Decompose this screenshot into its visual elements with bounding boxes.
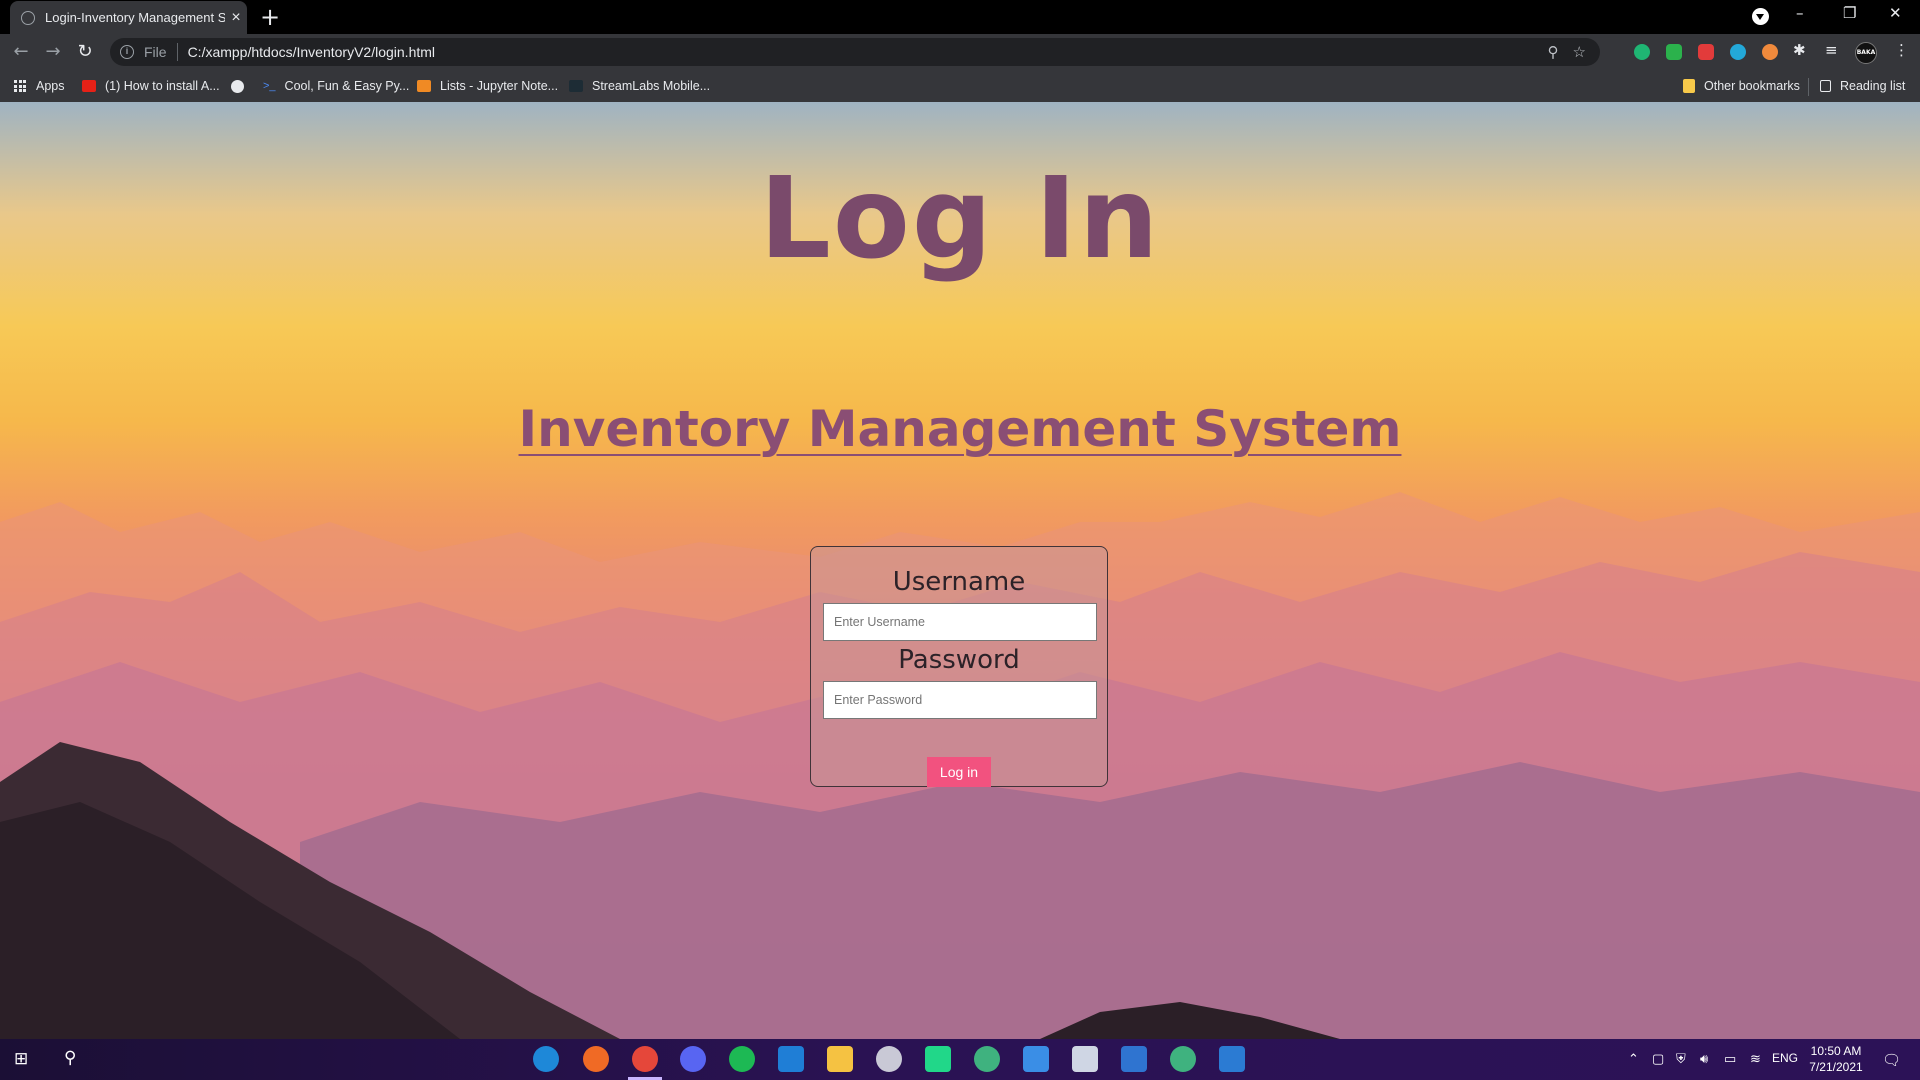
mail-icon[interactable] bbox=[778, 1046, 804, 1072]
forward-arrow-icon[interactable]: → bbox=[40, 39, 66, 65]
photos-icon[interactable] bbox=[1219, 1046, 1245, 1072]
username-input[interactable] bbox=[823, 603, 1097, 641]
restore-button[interactable]: ❐ bbox=[1843, 4, 1856, 22]
reading-list[interactable]: Reading list bbox=[1820, 70, 1905, 102]
chrome-icon[interactable] bbox=[632, 1046, 658, 1072]
page-favicon-icon bbox=[21, 10, 35, 25]
bookmarks-bar: Apps (1) How to install A... >_ Cool, Fu… bbox=[0, 70, 1920, 102]
extensions-puzzle-icon[interactable]: ✱ bbox=[1793, 41, 1806, 59]
reload-icon[interactable]: ↻ bbox=[72, 39, 98, 65]
login-form: Username Password Log in bbox=[810, 546, 1108, 787]
reading-list-label: Reading list bbox=[1840, 79, 1906, 93]
system-clock[interactable]: 10:50 AM 7/21/2021 bbox=[1806, 1043, 1866, 1075]
page-title: Log In bbox=[759, 154, 1161, 284]
bookmark-label: Cool, Fun & Easy Py... bbox=[284, 79, 410, 93]
tab-search-icon[interactable] bbox=[1752, 8, 1769, 25]
password-label: Password bbox=[898, 645, 1020, 675]
bookmark-python[interactable]: >_ Cool, Fun & Easy Py... bbox=[263, 70, 409, 102]
tab-title: Login-Inventory Management Sy bbox=[45, 10, 225, 25]
app-square-icon[interactable] bbox=[1121, 1046, 1147, 1072]
username-label: Username bbox=[892, 567, 1026, 597]
book-icon bbox=[417, 80, 431, 92]
other-bookmarks[interactable]: Other bookmarks bbox=[1683, 70, 1800, 102]
address-bar[interactable]: i File C:/xampp/htdocs/InventoryV2/login… bbox=[110, 38, 1600, 66]
bookmark-label: StreamLabs Mobile... bbox=[592, 79, 711, 93]
apps-grid-icon bbox=[14, 80, 26, 92]
spotify-icon[interactable] bbox=[729, 1046, 755, 1072]
bookmark-jupyter[interactable]: Lists - Jupyter Note... bbox=[417, 70, 558, 102]
browser-tab[interactable]: Login-Inventory Management Sy × bbox=[10, 1, 247, 34]
bookmark-label: Lists - Jupyter Note... bbox=[440, 79, 559, 93]
app-green-2-icon[interactable] bbox=[1170, 1046, 1196, 1072]
tray-device-icon[interactable]: ▢ bbox=[1652, 1051, 1664, 1067]
discord-icon[interactable] bbox=[680, 1046, 706, 1072]
media-queue-icon[interactable]: ≡ bbox=[1825, 41, 1838, 59]
tab-close-icon[interactable]: × bbox=[225, 9, 247, 27]
back-arrow-icon[interactable]: ← bbox=[8, 39, 34, 65]
page-viewport: Log In Inventory Management System Usern… bbox=[0, 102, 1920, 1039]
bookmark-streamlabs[interactable]: StreamLabs Mobile... bbox=[569, 70, 710, 102]
menu-kebab-icon[interactable]: ⋮ bbox=[1894, 41, 1909, 59]
browser-toolbar: ← → ↻ i File C:/xampp/htdocs/InventoryV2… bbox=[0, 34, 1920, 70]
terminal-icon: >_ bbox=[263, 80, 276, 92]
extension-red-icon[interactable] bbox=[1698, 44, 1714, 60]
app-green-icon[interactable] bbox=[974, 1046, 1000, 1072]
app-blue-icon[interactable] bbox=[1023, 1046, 1049, 1072]
browser-tab-bar: Login-Inventory Management Sy × + – ❐ ✕ bbox=[0, 0, 1920, 34]
windows-taskbar: ⊞ ⚲ ⌃ ▢ ⛨ 🔊︎ ▭ ≋ ENG 10:50 AM 7/21/2021 … bbox=[0, 1039, 1920, 1080]
extension-orange-icon[interactable] bbox=[1762, 44, 1778, 60]
clock-date: 7/21/2021 bbox=[1809, 1060, 1863, 1074]
clock-time: 10:50 AM bbox=[1810, 1044, 1862, 1058]
edge-browser-icon[interactable] bbox=[533, 1046, 559, 1072]
show-hidden-icons-icon[interactable]: ⌃ bbox=[1628, 1051, 1639, 1067]
extension-blue-icon[interactable] bbox=[1730, 44, 1746, 60]
other-bookmarks-label: Other bookmarks bbox=[1704, 79, 1800, 93]
github-icon bbox=[231, 79, 244, 93]
password-input[interactable] bbox=[823, 681, 1097, 719]
url-text[interactable]: C:/xampp/htdocs/InventoryV2/login.html bbox=[188, 44, 1548, 60]
volume-icon[interactable]: 🔊︎ bbox=[1700, 1051, 1708, 1067]
notification-icon[interactable]: 🗨︎ bbox=[1882, 1051, 1901, 1069]
close-window-button[interactable]: ✕ bbox=[1889, 4, 1902, 22]
youtube-icon bbox=[82, 80, 96, 92]
windows-start-icon[interactable]: ⊞ bbox=[14, 1049, 28, 1069]
minimize-button[interactable]: – bbox=[1796, 4, 1804, 22]
info-icon[interactable]: i bbox=[120, 45, 134, 59]
bookmark-label: (1) How to install A... bbox=[105, 79, 220, 93]
bookmark-youtube[interactable]: (1) How to install A... bbox=[82, 70, 220, 102]
reading-list-icon bbox=[1820, 80, 1831, 92]
app-window-icon[interactable] bbox=[1072, 1046, 1098, 1072]
profile-avatar[interactable]: BAKA bbox=[1855, 42, 1877, 64]
page-subtitle: Inventory Management System bbox=[518, 400, 1402, 458]
login-button[interactable]: Log in bbox=[927, 757, 991, 787]
language-indicator[interactable]: ENG bbox=[1772, 1051, 1798, 1065]
wifi-icon[interactable]: ≋ bbox=[1750, 1051, 1761, 1067]
bookmark-star-icon[interactable]: ☆ bbox=[1573, 43, 1586, 61]
search-icon[interactable]: ⚲ bbox=[64, 1048, 76, 1068]
bookmark-apps[interactable]: Apps bbox=[14, 70, 65, 102]
battery-icon[interactable]: ▭ bbox=[1724, 1051, 1736, 1067]
file-explorer-icon[interactable] bbox=[827, 1046, 853, 1072]
bookmark-github[interactable] bbox=[231, 70, 253, 102]
pycharm-icon[interactable] bbox=[925, 1046, 951, 1072]
tray-security-icon[interactable]: ⛨ bbox=[1676, 1051, 1686, 1067]
firefox-icon[interactable] bbox=[583, 1046, 609, 1072]
bookmarks-divider bbox=[1808, 78, 1809, 96]
folder-icon bbox=[1683, 79, 1695, 93]
grammarly-extension-icon[interactable] bbox=[1634, 44, 1650, 60]
zoom-icon[interactable]: ⚲ bbox=[1548, 43, 1559, 61]
bookmark-label: Apps bbox=[36, 79, 65, 93]
streamlabs-icon bbox=[569, 80, 583, 92]
terminal-app-icon[interactable] bbox=[876, 1046, 902, 1072]
omnibox-separator bbox=[176, 43, 178, 61]
url-scheme-label: File bbox=[144, 44, 167, 60]
new-tab-button[interactable]: + bbox=[260, 4, 280, 30]
extension-green-icon[interactable] bbox=[1666, 44, 1682, 60]
